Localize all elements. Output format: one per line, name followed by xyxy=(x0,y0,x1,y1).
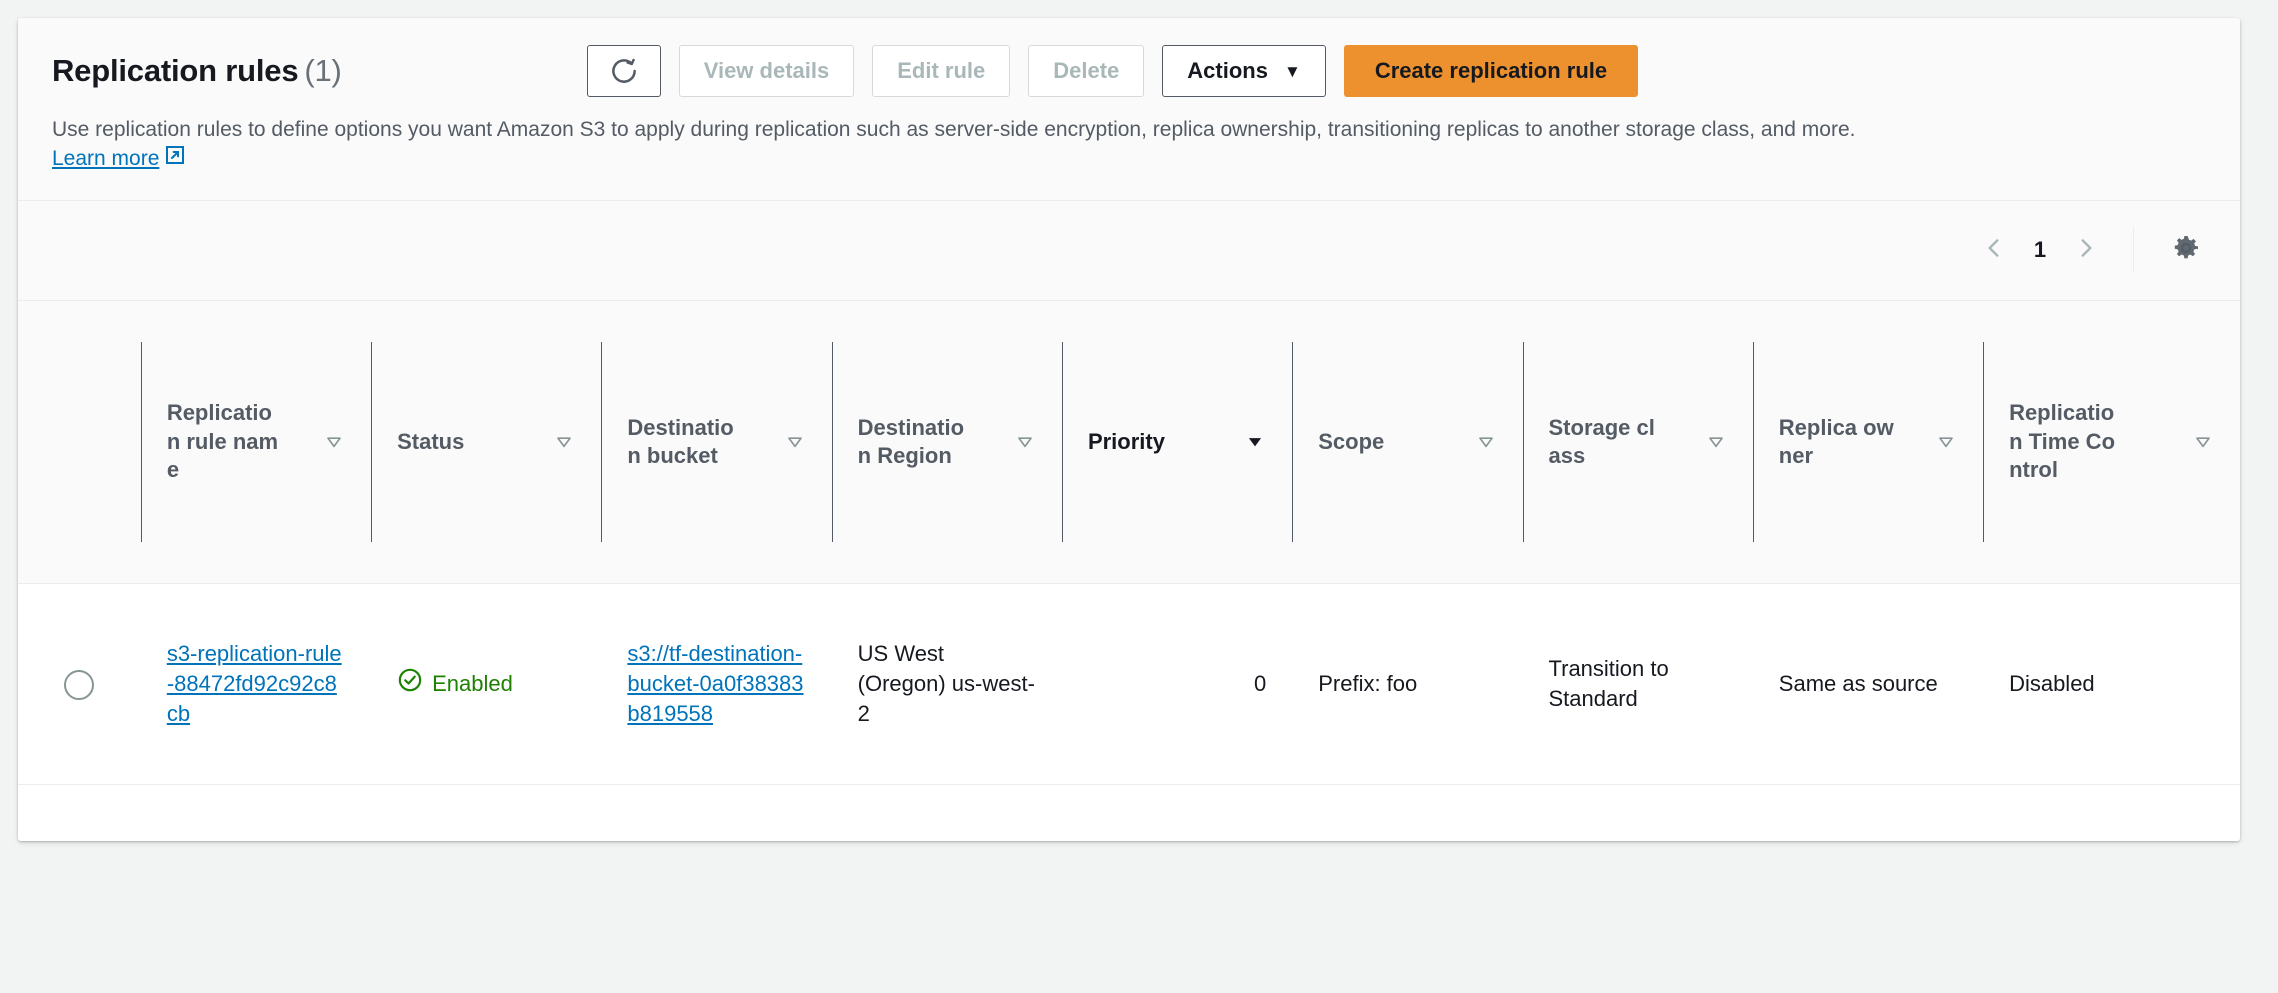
refresh-button[interactable] xyxy=(587,45,661,97)
pagination-prev-button[interactable] xyxy=(1969,225,2019,275)
table-header-row: Replication rule name Status xyxy=(18,301,2240,584)
actions-dropdown-button[interactable]: Actions ▼ xyxy=(1162,45,1326,97)
delete-button[interactable]: Delete xyxy=(1028,45,1144,97)
chevron-right-icon xyxy=(2073,235,2099,266)
sort-arrow-icon-active xyxy=(1244,431,1266,453)
column-label: Replication rule name xyxy=(167,399,285,484)
pagination-next-button[interactable] xyxy=(2061,225,2111,275)
column-header-destination-region[interactable]: Destination Region xyxy=(832,301,1062,584)
replication-rules-card: Replication rules(1) View details Edit r… xyxy=(18,18,2240,841)
column-header-replication-rule-name[interactable]: Replication rule name xyxy=(141,301,371,584)
column-label: Priority xyxy=(1088,428,1165,456)
header-top-row: Replication rules(1) View details Edit r… xyxy=(52,44,2206,98)
header-actions: View details Edit rule Delete Actions ▼ … xyxy=(587,45,1638,97)
pagination: 1 xyxy=(1969,224,2212,276)
preferences-button[interactable] xyxy=(2160,224,2212,276)
table-body: s3-replication-rule-88472fd92c92c8cb Ena… xyxy=(18,583,2240,784)
chevron-down-icon: ▼ xyxy=(1284,63,1301,80)
sort-arrow-icon xyxy=(323,431,345,453)
column-header-replica-owner[interactable]: Replica owner xyxy=(1753,301,1983,584)
refresh-icon xyxy=(609,56,639,86)
table-header: Replication rule name Status xyxy=(18,301,2240,584)
page-title-text: Replication rules xyxy=(52,53,298,88)
check-circle-icon xyxy=(397,667,423,701)
learn-more-label: Learn more xyxy=(52,145,159,174)
cell-storage-class: Transition to Standard xyxy=(1523,583,1753,784)
column-header-status[interactable]: Status xyxy=(371,301,601,584)
row-radio-button[interactable] xyxy=(64,670,94,700)
table-row[interactable]: s3-replication-rule-88472fd92c92c8cb Ena… xyxy=(18,583,2240,784)
pagination-page-1[interactable]: 1 xyxy=(2023,237,2057,263)
cell-replication-rule-name: s3-replication-rule-88472fd92c92c8cb xyxy=(141,583,371,784)
column-label: Replica owner xyxy=(1779,414,1897,471)
actions-label: Actions xyxy=(1187,58,1268,84)
learn-more-link[interactable]: Learn more xyxy=(52,145,185,174)
external-link-icon xyxy=(165,145,185,174)
cell-status: Enabled xyxy=(371,583,601,784)
column-label: Status xyxy=(397,428,464,456)
cell-priority: 0 xyxy=(1062,583,1292,784)
column-header-storage-class[interactable]: Storage class xyxy=(1523,301,1753,584)
page-title: Replication rules(1) xyxy=(52,53,342,89)
column-label: Storage class xyxy=(1549,414,1667,471)
sort-arrow-icon xyxy=(1705,431,1727,453)
cell-destination-region: US West (Oregon) us-west-2 xyxy=(832,583,1062,784)
cell-replication-time-control: Disabled xyxy=(1983,583,2240,784)
sort-arrow-icon xyxy=(1014,431,1036,453)
column-header-scope[interactable]: Scope xyxy=(1292,301,1522,584)
replication-rule-name-link[interactable]: s3-replication-rule-88472fd92c92c8cb xyxy=(167,641,342,726)
sort-arrow-icon xyxy=(1475,431,1497,453)
destination-bucket-link[interactable]: s3://tf-destination-bucket-0a0f38383b819… xyxy=(627,641,803,726)
sort-arrow-icon xyxy=(553,431,575,453)
cell-replica-owner: Same as source xyxy=(1753,583,1983,784)
table-footer xyxy=(18,785,2240,841)
row-select-cell[interactable] xyxy=(18,583,141,784)
column-header-destination-bucket[interactable]: Destination bucket xyxy=(601,301,831,584)
status-label: Enabled xyxy=(432,669,513,699)
card-description: Use replication rules to define options … xyxy=(52,116,2162,174)
status-badge: Enabled xyxy=(397,667,513,701)
sort-arrow-icon xyxy=(2192,431,2214,453)
edit-rule-button[interactable]: Edit rule xyxy=(872,45,1010,97)
cell-destination-bucket: s3://tf-destination-bucket-0a0f38383b819… xyxy=(601,583,831,784)
sort-arrow-icon xyxy=(1935,431,1957,453)
description-text: Use replication rules to define options … xyxy=(52,118,1855,141)
view-details-button[interactable]: View details xyxy=(679,45,855,97)
column-header-priority[interactable]: Priority xyxy=(1062,301,1292,584)
replication-rules-table: Replication rule name Status xyxy=(18,301,2240,785)
column-label: Destination bucket xyxy=(627,414,745,471)
pagination-band: 1 xyxy=(18,201,2240,301)
column-label: Destination Region xyxy=(858,414,976,471)
select-column-header xyxy=(18,301,141,584)
chevron-left-icon xyxy=(1981,235,2007,266)
column-label: Replication Time Control xyxy=(2009,399,2127,484)
column-label: Scope xyxy=(1318,428,1384,456)
cell-scope: Prefix: foo xyxy=(1292,583,1522,784)
column-header-replication-time-control[interactable]: Replication Time Control xyxy=(1983,301,2240,584)
pagination-divider xyxy=(2133,227,2134,273)
card-header: Replication rules(1) View details Edit r… xyxy=(18,18,2240,201)
gear-icon xyxy=(2170,232,2202,269)
rule-count: (1) xyxy=(304,53,341,88)
sort-arrow-icon xyxy=(784,431,806,453)
create-replication-rule-button[interactable]: Create replication rule xyxy=(1344,45,1638,97)
